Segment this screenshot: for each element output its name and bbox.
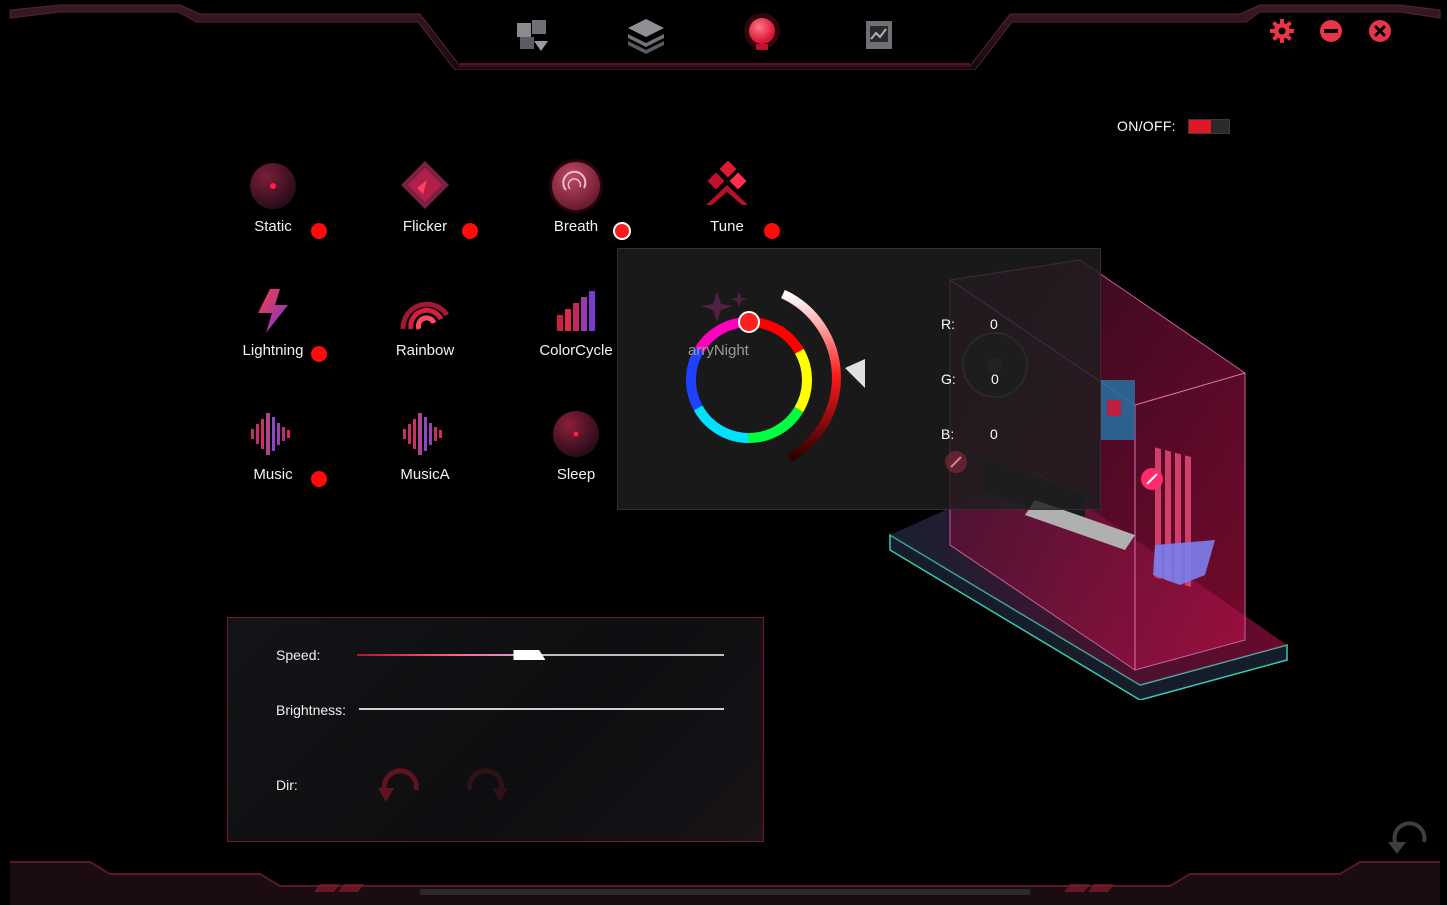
g-label: G:	[941, 371, 956, 387]
effect-colorcycle[interactable]: ColorCycle	[521, 282, 631, 372]
effect-tune-indicator	[764, 223, 780, 239]
breath-icon	[548, 158, 604, 214]
effect-flicker-indicator	[462, 223, 478, 239]
speed-label: Speed:	[276, 647, 321, 663]
g-value[interactable]: 0	[991, 371, 999, 387]
effect-label: Sleep	[556, 466, 596, 483]
musica-icon	[397, 406, 453, 462]
effect-breath-indicator	[613, 222, 631, 240]
tab-lighting[interactable]	[740, 13, 784, 56]
brightness-label: Brightness:	[276, 702, 347, 718]
top-frame-decoration	[9, 4, 1441, 70]
tune-icon	[699, 158, 755, 214]
brightness-pointer[interactable]	[845, 359, 865, 388]
rotate-left-icon	[378, 768, 419, 802]
tab-layers[interactable]	[624, 14, 668, 56]
gear-icon	[1270, 19, 1294, 43]
effect-controls-panel: Speed: Brightness: Dir:	[227, 617, 764, 842]
effect-rainbow[interactable]: Rainbow	[370, 282, 480, 372]
direction-right-button[interactable]	[462, 764, 514, 806]
brightness-slider[interactable]	[359, 708, 724, 710]
effect-label: Rainbow	[395, 342, 455, 359]
colorcycle-icon	[548, 282, 604, 338]
hue-ring[interactable]	[686, 317, 812, 443]
r-value[interactable]: 0	[990, 316, 998, 332]
reset-button[interactable]	[1384, 818, 1432, 860]
reset-icon	[1388, 821, 1427, 854]
effect-label: MusicA	[400, 466, 450, 483]
bulb-icon	[744, 13, 780, 50]
bottom-frame-decoration	[10, 861, 1440, 905]
music-icon	[245, 406, 301, 462]
chart-icon	[866, 21, 892, 49]
effect-static-indicator	[311, 223, 327, 239]
sleep-icon	[548, 406, 604, 462]
puzzle-arrow-icon	[517, 20, 548, 51]
power-label: ON/OFF:	[1117, 118, 1176, 134]
rotate-right-icon	[467, 768, 508, 802]
direction-left-button[interactable]	[372, 764, 424, 806]
color-picker-graphics	[686, 289, 967, 473]
layers-icon	[628, 19, 664, 54]
minus-icon	[1320, 20, 1342, 42]
effect-name-label: arryNight	[688, 342, 749, 359]
b-value[interactable]: 0	[990, 426, 998, 442]
power-toggle[interactable]	[1187, 118, 1230, 134]
close-icon	[1369, 20, 1391, 42]
close-button[interactable]	[1367, 18, 1393, 44]
b-label: B:	[941, 426, 955, 442]
settings-button[interactable]	[1269, 18, 1295, 44]
tab-monitor[interactable]	[856, 14, 900, 56]
toggle-knob	[1188, 119, 1211, 133]
static-icon	[245, 158, 301, 214]
speed-slider[interactable]	[357, 650, 724, 660]
lightning-icon	[245, 282, 301, 338]
effect-lightning-indicator	[311, 346, 327, 362]
tab-profile[interactable]	[510, 14, 554, 56]
effect-sleep[interactable]: Sleep	[521, 406, 631, 496]
effect-musica[interactable]: MusicA	[370, 406, 480, 496]
power-switch-row: ON/OFF:	[1117, 117, 1230, 135]
speed-fill	[357, 654, 530, 656]
direction-label: Dir:	[276, 777, 298, 793]
top-bar	[0, 0, 1447, 70]
speed-thumb[interactable]	[513, 650, 546, 660]
hue-thumb[interactable]	[738, 311, 760, 333]
effect-music-indicator	[311, 471, 327, 487]
flicker-icon	[397, 158, 453, 214]
effect-label: ColorCycle	[539, 342, 613, 359]
r-label: R:	[941, 316, 955, 332]
minimize-button[interactable]	[1318, 18, 1344, 44]
rainbow-icon	[397, 282, 453, 338]
